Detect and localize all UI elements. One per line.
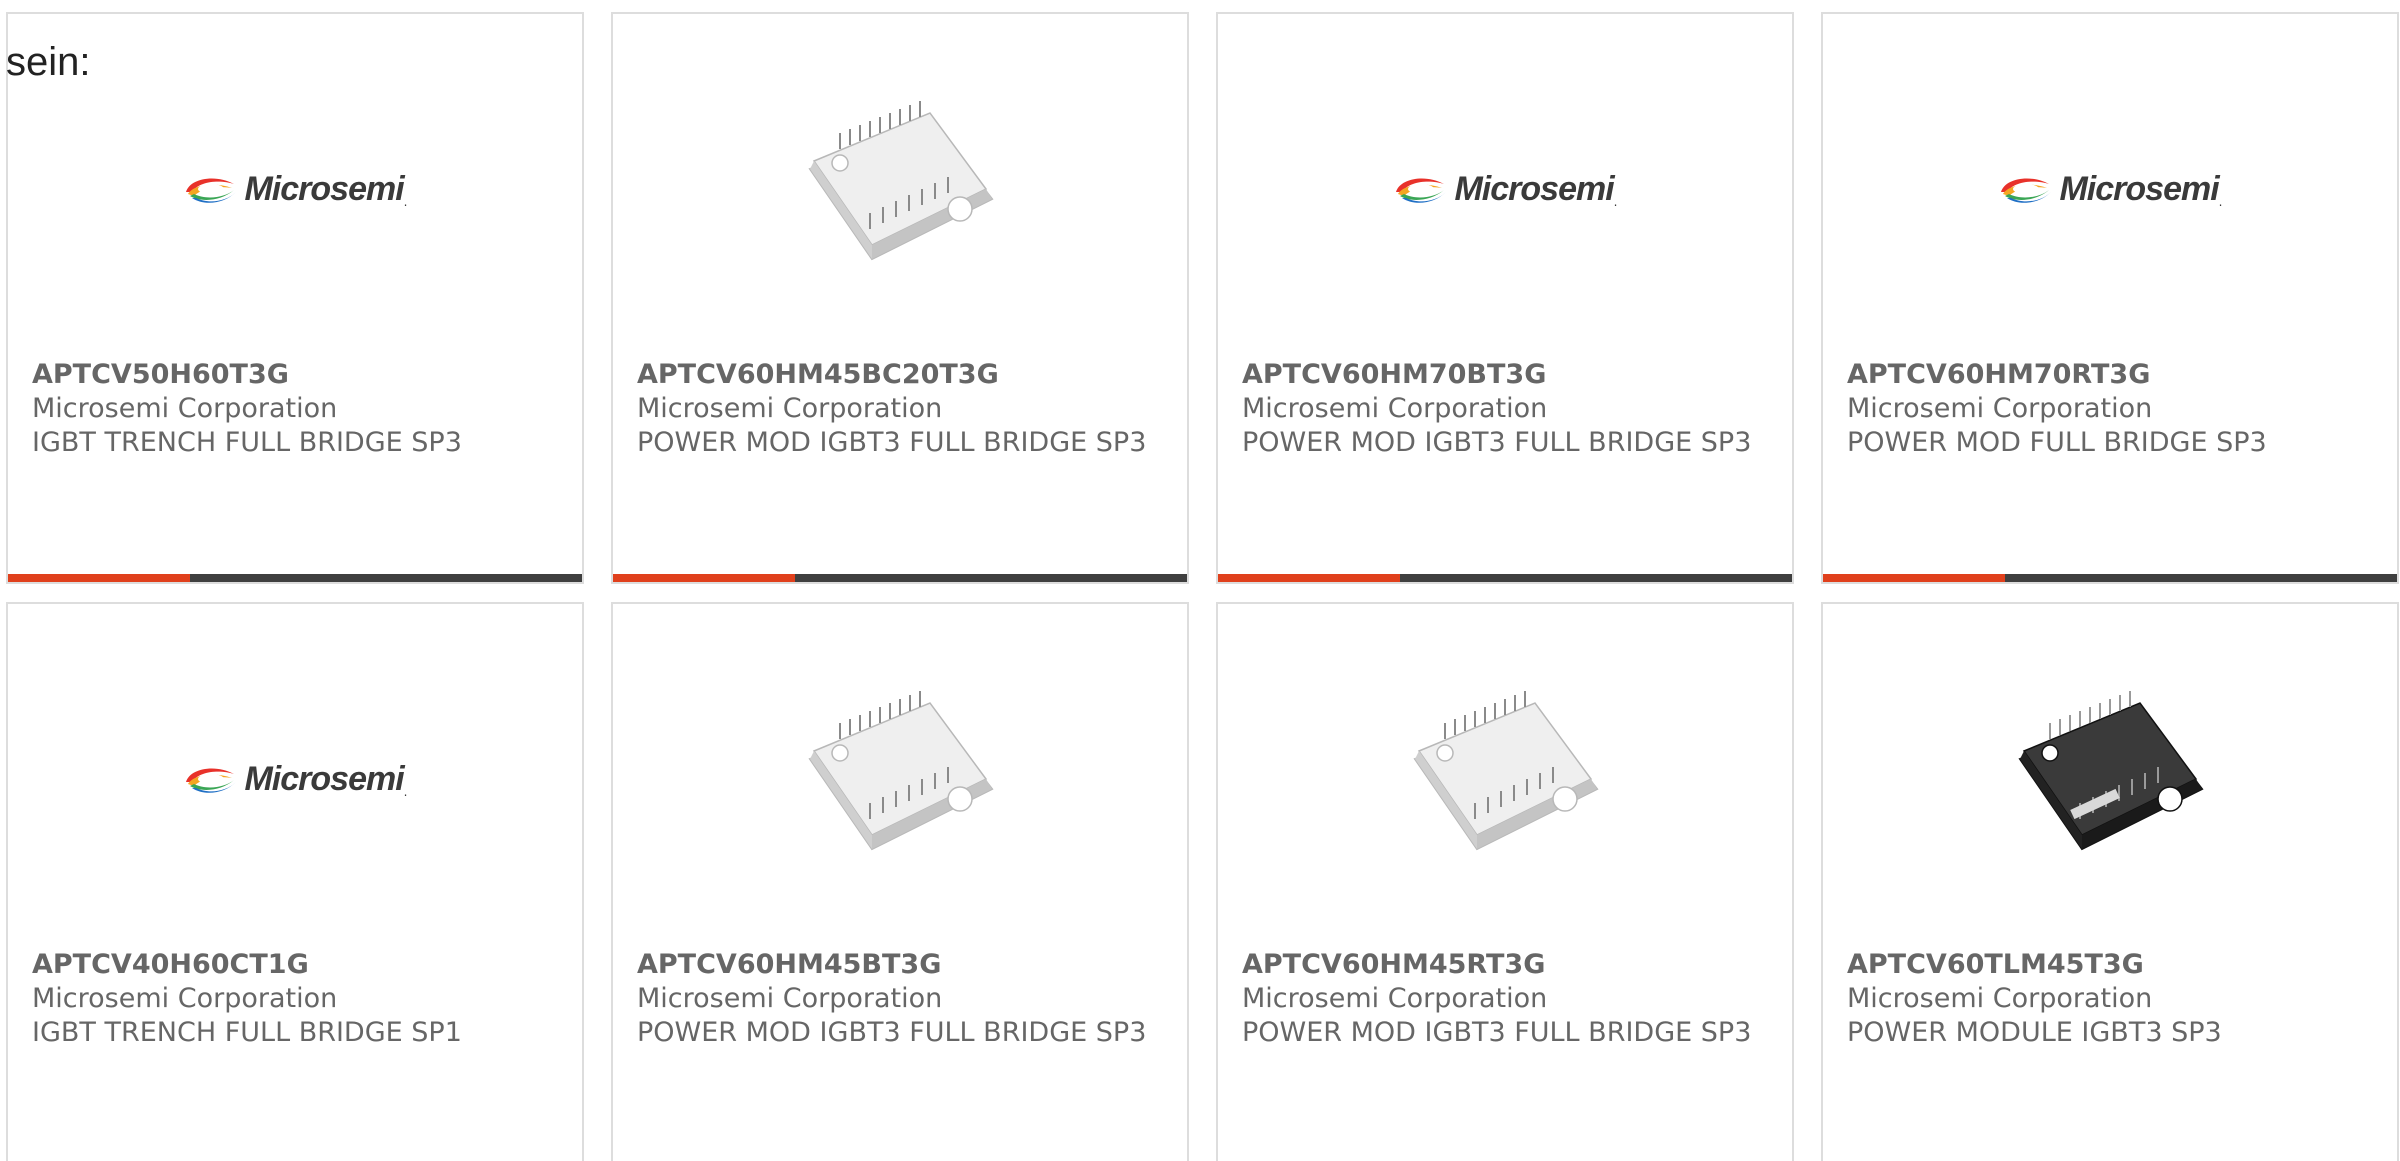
part-number[interactable]: APTCV60HM70BT3G <box>1242 358 1772 392</box>
intro-text: sein: <box>6 40 91 84</box>
microsemi-logo: Microsemi. <box>182 169 408 209</box>
product-description: POWER MOD IGBT3 FULL BRIDGE SP3 <box>1242 427 1752 458</box>
logo-trademark: . <box>1613 194 1618 209</box>
part-number[interactable]: APTCV60HM45RT3G <box>1242 948 1772 982</box>
part-number[interactable]: APTCV50H60T3G <box>32 358 562 392</box>
product-image[interactable] <box>1218 674 1792 884</box>
product-card[interactable]: APTCV60HM45BT3G Microsemi Corporation POWE… <box>611 602 1189 1161</box>
part-number[interactable]: APTCV60HM70RT3G <box>1847 358 2377 392</box>
product-info: APTCV60HM45BC20T3G Microsemi Corporation P… <box>637 358 1167 460</box>
manufacturer-name: Microsemi Corporation <box>1847 983 2153 1014</box>
logo-wordmark: Microsemi <box>2059 169 2219 208</box>
card-bottom-bar <box>613 574 1187 582</box>
part-number[interactable]: APTCV40H60CT1G <box>32 948 562 982</box>
product-description: POWER MODULE IGBT3 SP3 <box>1847 1017 2222 1048</box>
part-number[interactable]: APTCV60HM45BC20T3G <box>637 358 1167 392</box>
card-bottom-bar <box>1218 574 1792 582</box>
product-image[interactable] <box>1823 674 2397 884</box>
product-image[interactable]: Microsemi. <box>1823 84 2397 294</box>
black-power-module-image <box>2018 691 2204 851</box>
part-number[interactable]: APTCV60HM45BT3G <box>637 948 1167 982</box>
microsemi-logo: Microsemi. <box>1392 169 1618 209</box>
microsemi-swirl-icon <box>186 768 237 793</box>
white-power-module-image <box>808 101 994 261</box>
product-description: POWER MOD IGBT3 FULL BRIDGE SP3 <box>1242 1017 1752 1048</box>
product-description: IGBT TRENCH FULL BRIDGE SP3 <box>32 427 462 458</box>
product-card[interactable]: APTCV60HM45BC20T3G Microsemi Corporation P… <box>611 12 1189 584</box>
logo-trademark: . <box>403 784 408 799</box>
product-description: IGBT TRENCH FULL BRIDGE SP1 <box>32 1017 462 1048</box>
logo-wordmark: Microsemi <box>1454 169 1614 208</box>
logo-wordmark: Microsemi <box>244 759 404 798</box>
product-image[interactable]: Microsemi. <box>8 84 582 294</box>
white-power-module-image <box>808 691 994 851</box>
product-image[interactable]: Microsemi. <box>1218 84 1792 294</box>
card-bottom-bar <box>8 574 582 582</box>
product-info: APTCV60HM45BT3G Microsemi Corporation POWE… <box>637 948 1167 1050</box>
product-description: POWER MOD FULL BRIDGE SP3 <box>1847 427 2267 458</box>
microsemi-swirl-icon <box>2001 178 2052 203</box>
logo-trademark: . <box>2218 194 2223 209</box>
product-info: APTCV50H60T3G Microsemi Corporation IGBT T… <box>32 358 562 460</box>
product-description: POWER MOD IGBT3 FULL BRIDGE SP3 <box>637 427 1147 458</box>
manufacturer-name: Microsemi Corporation <box>32 983 338 1014</box>
product-card[interactable]: APTCV60TLM45T3G Microsemi Corporation POWE… <box>1821 602 2399 1161</box>
product-card[interactable]: Microsemi. APTCV60HM70BT3G Microsemi Corpo… <box>1216 12 1794 584</box>
part-number[interactable]: APTCV60TLM45T3G <box>1847 948 2377 982</box>
logo-trademark: . <box>403 194 408 209</box>
card-accent-bar <box>8 574 190 582</box>
product-info: APTCV60HM45RT3G Microsemi Corporation POWE… <box>1242 948 1772 1050</box>
microsemi-swirl-icon <box>1396 178 1447 203</box>
microsemi-swirl-icon <box>186 178 237 203</box>
product-card[interactable]: Microsemi. APTCV50H60T3G Microsemi Corpora… <box>6 12 584 584</box>
product-card[interactable]: Microsemi. APTCV60HM70RT3G Microsemi Corpo… <box>1821 12 2399 584</box>
manufacturer-name: Microsemi Corporation <box>1242 983 1548 1014</box>
manufacturer-name: Microsemi Corporation <box>637 983 943 1014</box>
card-bottom-bar <box>1823 574 2397 582</box>
product-grid-page: sein: Microsemi. APTCV50H60T3G Microsemi C… <box>0 0 2400 1161</box>
manufacturer-name: Microsemi Corporation <box>32 393 338 424</box>
product-info: APTCV60HM70BT3G Microsemi Corporation POWE… <box>1242 358 1772 460</box>
card-accent-bar <box>1823 574 2005 582</box>
logo-wordmark: Microsemi <box>244 169 404 208</box>
product-card[interactable]: APTCV60HM45RT3G Microsemi Corporation POWE… <box>1216 602 1794 1161</box>
product-card[interactable]: Microsemi. APTCV40H60CT1G Microsemi Corpor… <box>6 602 584 1161</box>
product-info: APTCV40H60CT1G Microsemi Corporation IGBT … <box>32 948 562 1050</box>
product-info: APTCV60HM70RT3G Microsemi Corporation POWE… <box>1847 358 2377 460</box>
product-info: APTCV60TLM45T3G Microsemi Corporation POWE… <box>1847 948 2377 1050</box>
manufacturer-name: Microsemi Corporation <box>1847 393 2153 424</box>
card-accent-bar <box>613 574 795 582</box>
manufacturer-name: Microsemi Corporation <box>637 393 943 424</box>
card-accent-bar <box>1218 574 1400 582</box>
product-image[interactable] <box>613 84 1187 294</box>
manufacturer-name: Microsemi Corporation <box>1242 393 1548 424</box>
product-description: POWER MOD IGBT3 FULL BRIDGE SP3 <box>637 1017 1147 1048</box>
microsemi-logo: Microsemi. <box>182 759 408 799</box>
microsemi-logo: Microsemi. <box>1997 169 2223 209</box>
product-image[interactable] <box>613 674 1187 884</box>
white-power-module-image <box>1413 691 1599 851</box>
product-image[interactable]: Microsemi. <box>8 674 582 884</box>
